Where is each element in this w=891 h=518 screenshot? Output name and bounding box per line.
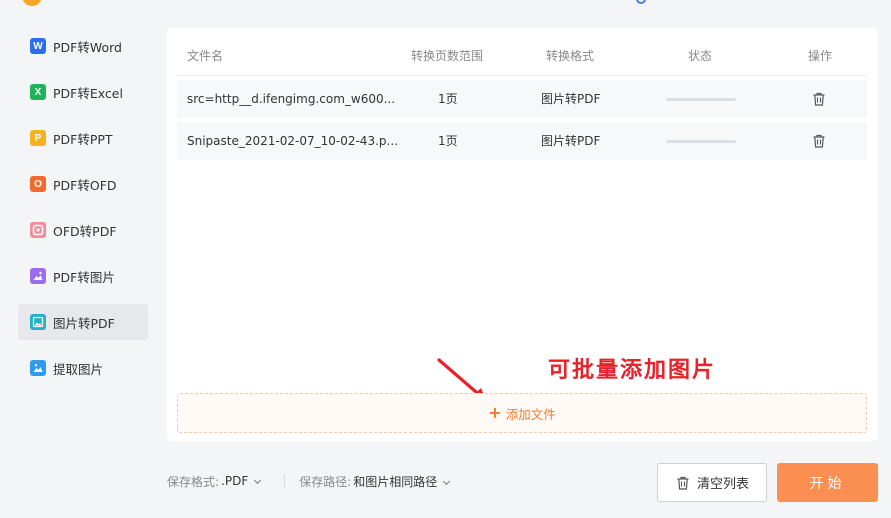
save-format-label: 保存格式: — [167, 474, 220, 489]
status-progress-bar — [666, 140, 736, 143]
add-file-button[interactable]: + 添加文件 — [177, 393, 867, 433]
extract-image-icon — [30, 360, 46, 376]
trash-icon — [677, 476, 689, 490]
save-format-value: .PDF — [221, 474, 249, 488]
save-path-label: 保存路径: — [299, 474, 352, 489]
sidebar-item-label: PDF转Word — [53, 39, 122, 55]
sidebar-item-extract-image[interactable]: 提取图片 — [18, 350, 148, 386]
file-name: Snipaste_2021-02-07_10-02-43.p... — [187, 134, 398, 148]
sidebar-item-pdf-to-ofd[interactable]: O PDF转OFD — [18, 166, 148, 202]
ofd-to-pdf-icon — [30, 222, 46, 238]
sidebar-item-label: PDF转OFD — [53, 177, 117, 193]
bottom-bar: 保存格式: .PDF 保存路径: 和图片相同路径 — [167, 463, 451, 499]
trash-icon[interactable] — [811, 133, 827, 149]
title-strip — [0, 0, 891, 6]
status-progress-bar — [666, 98, 736, 101]
clear-list-button[interactable]: 清空列表 — [657, 463, 767, 502]
sidebar-item-pdf-to-ppt[interactable]: P PDF转PPT — [18, 120, 148, 156]
annotation-text: 可批量添加图片 — [548, 358, 717, 383]
sidebar-item-label: PDF转图片 — [53, 269, 115, 285]
sidebar-item-label: PDF转Excel — [53, 85, 123, 101]
sidebar-item-label: OFD转PDF — [53, 223, 117, 239]
start-button[interactable]: 开始 — [777, 463, 878, 502]
header-page-range: 转换页数范围 — [411, 49, 484, 63]
user-icon[interactable] — [636, 0, 646, 4]
save-path-select[interactable]: 和图片相同路径 — [353, 473, 451, 490]
app-logo — [22, 0, 42, 6]
table-row[interactable]: Snipaste_2021-02-07_10-02-43.p... 1页 图片转… — [177, 122, 867, 160]
add-file-label: 添加文件 — [505, 406, 556, 422]
convert-format: 图片转PDF — [541, 134, 601, 148]
pdf-to-image-icon — [30, 268, 46, 284]
header-file-name: 文件名 — [187, 49, 224, 63]
table-row[interactable]: src=http__d.ifengimg.com_w600... 1页 图片转P… — [177, 80, 867, 118]
table-header: 文件名 转换页数范围 转换格式 状态 操作 — [177, 36, 867, 76]
save-path-value: 和图片相同路径 — [353, 474, 438, 489]
clear-list-label: 清空列表 — [696, 477, 749, 492]
chevron-down-icon — [254, 476, 262, 485]
sidebar-item-label: PDF转PPT — [53, 131, 113, 147]
header-format: 转换格式 — [546, 49, 595, 63]
word-icon: W — [30, 38, 46, 54]
trash-icon[interactable] — [811, 91, 827, 107]
sidebar-item-label: 图片转PDF — [53, 315, 115, 331]
header-action: 操作 — [808, 49, 833, 63]
save-format-select[interactable]: .PDF — [221, 474, 262, 488]
sidebar: W PDF转Word X PDF转Excel P PDF转PPT O PDF转O… — [18, 28, 148, 396]
ofd-icon: O — [30, 176, 46, 192]
sidebar-item-pdf-to-image[interactable]: PDF转图片 — [18, 258, 148, 294]
convert-format: 图片转PDF — [541, 92, 601, 106]
ppt-icon: P — [30, 130, 46, 146]
sidebar-item-image-to-pdf[interactable]: 图片转PDF — [18, 304, 148, 340]
sidebar-item-pdf-to-word[interactable]: W PDF转Word — [18, 28, 148, 64]
page-range: 1页 — [438, 92, 458, 106]
excel-icon: X — [30, 84, 46, 100]
sidebar-item-pdf-to-excel[interactable]: X PDF转Excel — [18, 74, 148, 110]
header-status: 状态 — [688, 49, 713, 63]
divider — [284, 474, 286, 488]
file-list-panel: 文件名 转换页数范围 转换格式 状态 操作 src=http__d.ifengi… — [167, 28, 878, 441]
sidebar-item-label: 提取图片 — [53, 361, 104, 377]
start-label: 开始 — [809, 475, 846, 492]
page-range: 1页 — [438, 134, 458, 148]
image-to-pdf-icon — [30, 314, 46, 330]
chevron-down-icon — [443, 477, 451, 485]
sidebar-item-ofd-to-pdf[interactable]: OFD转PDF — [18, 212, 148, 248]
file-name: src=http__d.ifengimg.com_w600... — [187, 92, 396, 106]
plus-icon: + — [488, 403, 502, 422]
